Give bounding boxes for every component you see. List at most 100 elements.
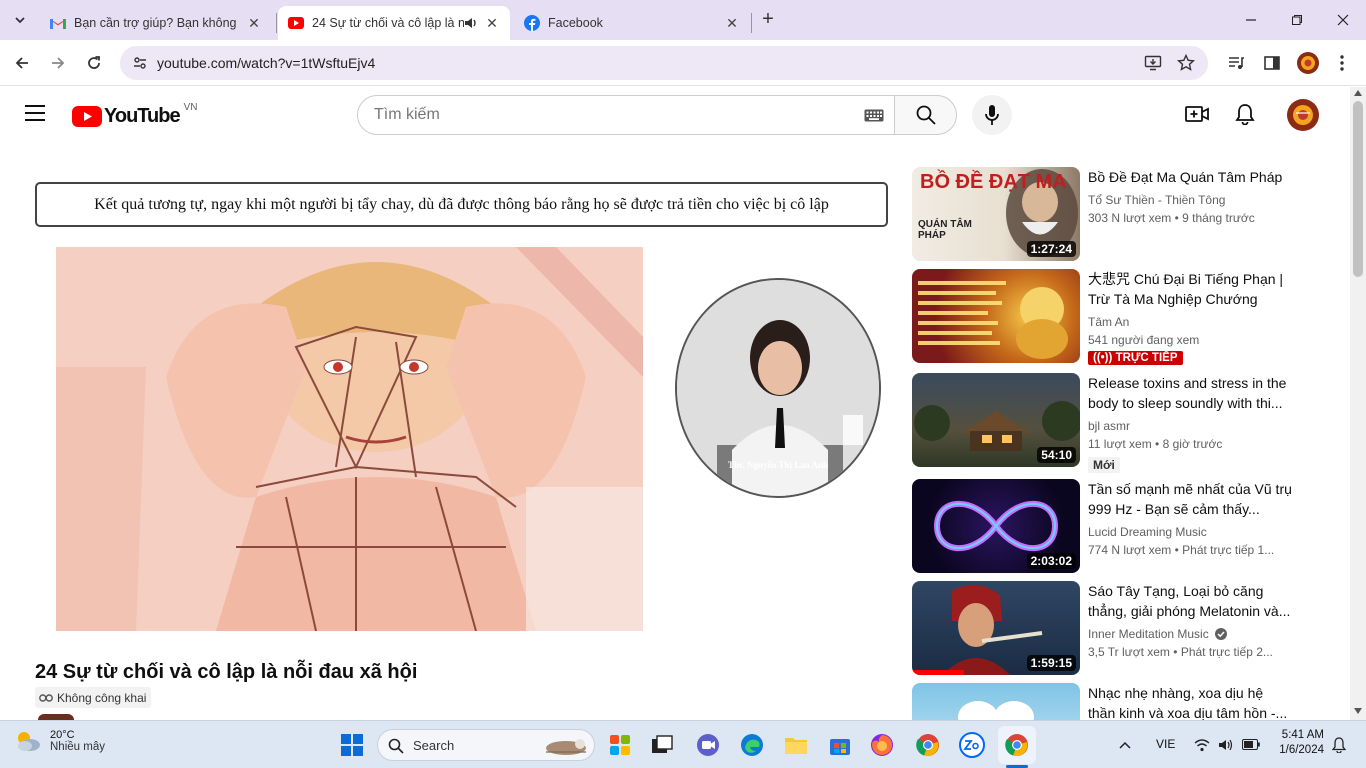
video-duration: 54:10: [1037, 447, 1076, 463]
video-meta: 3,5 Tr lượt xem • Phát trực tiếp 2...: [1088, 645, 1273, 659]
input-language[interactable]: VIE: [1156, 737, 1175, 751]
scroll-down-arrow-icon[interactable]: [1354, 708, 1362, 714]
weather-widget[interactable]: 20°C Nhiều mây: [14, 729, 105, 753]
search-input[interactable]: [374, 104, 854, 126]
video-title[interactable]: Bồ Đề Đạt Ma Quán Tâm Pháp: [1088, 167, 1292, 187]
scroll-up-arrow-icon[interactable]: [1354, 90, 1362, 96]
view-count: 11 lượt xem: [1088, 437, 1152, 451]
video-thumbnail[interactable]: BỒ ĐỀ ĐẠT MA QUÁN TÂM PHÁP 1:27:24: [912, 167, 1080, 261]
page-scrollbar[interactable]: [1350, 87, 1366, 720]
channel-name[interactable]: bjl asmr: [1088, 419, 1130, 433]
tab-facebook[interactable]: Facebook ✕: [514, 6, 750, 40]
gmail-icon: [50, 19, 66, 29]
account-avatar-button[interactable]: [1287, 99, 1319, 136]
youtube-logo[interactable]: YouTube VN: [72, 102, 197, 129]
recommendation-item[interactable]: 大悲咒 Chú Đại Bi Tiếng Phạn | Trừ Tà Ma Ng…: [912, 269, 1292, 365]
folder-icon: [785, 738, 807, 754]
keyboard-icon[interactable]: [864, 109, 884, 122]
viewer-count: 541 người đang xem: [1088, 333, 1200, 347]
tab-gmail[interactable]: Bạn cần trợ giúp? Bạn không h ✕: [40, 6, 272, 40]
chevron-down-icon: [15, 17, 25, 24]
taskbar-chrome-profile[interactable]: [998, 726, 1036, 764]
battery-icon[interactable]: [1242, 739, 1260, 750]
new-tab-button[interactable]: +: [757, 8, 779, 32]
scrollbar-thumb[interactable]: [1353, 101, 1363, 277]
taskbar-zalo[interactable]: [956, 729, 988, 761]
search-button[interactable]: [894, 95, 957, 135]
tab-title: 24 Sự từ chối và cô lập là nỗ: [312, 16, 464, 30]
video-thumbnail[interactable]: [912, 269, 1080, 363]
video-thumbnail[interactable]: [912, 683, 1080, 720]
wifi-icon[interactable]: [1194, 738, 1210, 752]
site-info-icon[interactable]: [132, 55, 148, 71]
video-illustration: [56, 247, 643, 631]
youtube-icon: [288, 17, 304, 29]
recommendation-item[interactable]: BỒ ĐỀ ĐẠT MA QUÁN TÂM PHÁP 1:27:24 Bồ Đề…: [912, 167, 1292, 263]
recommendation-item[interactable]: 54:10 Release toxins and stress in the b…: [912, 373, 1292, 473]
start-button[interactable]: [336, 729, 368, 761]
volume-icon[interactable]: [1218, 738, 1234, 752]
channel-name[interactable]: Tâm An: [1088, 315, 1129, 329]
video-title[interactable]: Nhạc nhẹ nhàng, xoa dịu hệ thần kinh và …: [1088, 683, 1292, 720]
dot-separator: •: [1155, 437, 1163, 451]
taskbar-edge[interactable]: [736, 729, 768, 761]
recommendation-item[interactable]: Nhạc nhẹ nhàng, xoa dịu hệ thần kinh và …: [912, 683, 1292, 720]
voice-search-button[interactable]: [972, 95, 1012, 135]
close-tab-icon[interactable]: ✕: [724, 15, 740, 32]
speaker-icon[interactable]: [464, 16, 478, 30]
taskbar-firefox[interactable]: [866, 729, 898, 761]
video-title[interactable]: Tần số mạnh mẽ nhất của Vũ trụ 999 Hz - …: [1088, 479, 1292, 519]
browser-menu-button[interactable]: [1330, 51, 1354, 75]
channel-name[interactable]: Lucid Dreaming Music: [1088, 525, 1207, 539]
taskbar-file-explorer[interactable]: [780, 729, 812, 761]
house-of-cards-illustration: [56, 247, 643, 631]
star-icon[interactable]: [1177, 54, 1195, 72]
chevron-up-icon: [1119, 741, 1131, 749]
close-tab-icon[interactable]: ✕: [246, 15, 262, 32]
notifications-button[interactable]: [1235, 103, 1255, 130]
side-panel-button[interactable]: [1260, 51, 1284, 75]
reload-button[interactable]: [80, 49, 108, 77]
address-bar[interactable]: youtube.com/watch?v=1tWsftuEjv4: [120, 46, 1208, 80]
video-player[interactable]: Kết quả tương tự, ngay khi một người bị …: [24, 162, 896, 652]
restore-button[interactable]: [1274, 0, 1320, 40]
presenter-webcam: Ths. Nguyễn Thị Lan Anh: [675, 278, 881, 498]
channel-name[interactable]: Tổ Sư Thiền - Thiền Tông: [1088, 193, 1225, 207]
back-button[interactable]: [8, 49, 36, 77]
tab-search-button[interactable]: [8, 8, 32, 32]
tab-youtube[interactable]: 24 Sự từ chối và cô lập là nỗ ✕: [278, 6, 510, 40]
close-window-button[interactable]: [1320, 0, 1366, 40]
video-title[interactable]: Release toxins and stress in the body to…: [1088, 373, 1292, 413]
recommendation-item[interactable]: 1:59:15 Sáo Tây Tạng, Loại bỏ căng thẳng…: [912, 581, 1292, 677]
video-thumbnail[interactable]: 1:59:15: [912, 581, 1080, 675]
video-title[interactable]: 大悲咒 Chú Đại Bi Tiếng Phạn | Trừ Tà Ma Ng…: [1088, 269, 1292, 309]
minimize-button[interactable]: [1228, 0, 1274, 40]
forward-button[interactable]: [44, 49, 72, 77]
taskbar-task-view[interactable]: [646, 729, 678, 761]
profile-button[interactable]: [1296, 51, 1320, 75]
channel-name[interactable]: Inner Meditation Music: [1088, 627, 1228, 641]
facebook-icon: [524, 15, 540, 31]
install-app-icon[interactable]: [1144, 54, 1162, 72]
video-thumbnail[interactable]: 54:10: [912, 373, 1080, 467]
microphone-icon: [985, 105, 999, 125]
show-hidden-icons-button[interactable]: [1118, 737, 1132, 755]
privacy-badge: Không công khai: [35, 687, 152, 708]
video-title[interactable]: Sáo Tây Tạng, Loại bỏ căng thẳng, giải p…: [1088, 581, 1292, 621]
taskbar-copilot[interactable]: [604, 729, 636, 761]
taskbar-meet[interactable]: [692, 729, 724, 761]
video-thumbnail[interactable]: 2:03:02: [912, 479, 1080, 573]
taskbar-search[interactable]: Search: [377, 729, 595, 761]
notification-bell-icon[interactable]: [1332, 737, 1346, 753]
media-control-button[interactable]: [1224, 51, 1248, 75]
taskbar-store[interactable]: [824, 729, 856, 761]
guide-button[interactable]: [24, 104, 46, 127]
create-button[interactable]: [1185, 104, 1209, 129]
chrome-icon: [916, 734, 939, 757]
video-duration: 1:59:15: [1026, 655, 1076, 671]
playlist-icon: [1229, 57, 1244, 69]
close-tab-icon[interactable]: ✕: [484, 15, 500, 32]
clock[interactable]: 5:41 AM 1/6/2024: [1272, 729, 1324, 756]
recommendation-item[interactable]: 2:03:02 Tần số mạnh mẽ nhất của Vũ trụ 9…: [912, 479, 1292, 575]
taskbar-chrome[interactable]: [912, 729, 944, 761]
